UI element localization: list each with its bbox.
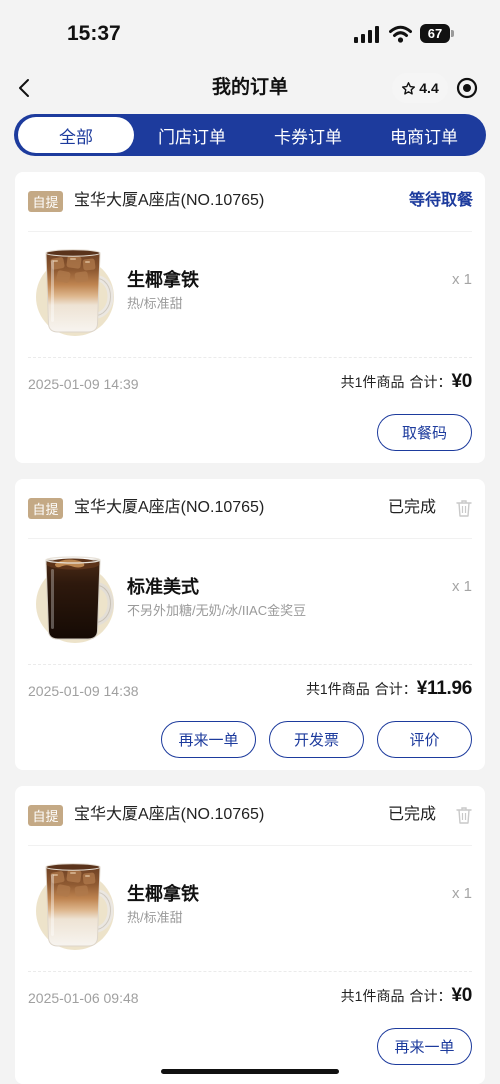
item-name: 生椰拿铁	[127, 270, 199, 290]
star-icon	[401, 81, 416, 96]
dashed-divider	[28, 357, 472, 358]
item-count: 共1件商品	[305, 681, 370, 697]
order-card[interactable]: 自提 宝华大厦A座店(NO.10765) 等待取餐 生椰拿铁 热/标准甜 x 1…	[15, 172, 485, 463]
order-card[interactable]: 自提 宝华大厦A座店(NO.10765) 已完成 生椰拿铁 热/标准甜 x 1 …	[15, 786, 485, 1084]
dashed-divider	[28, 971, 472, 972]
home-indicator[interactable]	[161, 1069, 339, 1074]
rating-button[interactable]: 4.4	[392, 73, 448, 103]
total-label: 合计：	[374, 681, 417, 697]
store-name: 宝华大厦A座店(NO.10765)	[74, 192, 265, 209]
coconut-latte-image	[33, 246, 117, 336]
order-tabs: 全部 门店订单 卡券订单 电商订单	[14, 114, 486, 156]
pickup-tag: 自提	[28, 191, 63, 212]
order-summary: 共1件商品 合计： ¥0	[340, 371, 473, 393]
total-amount: ¥11.96	[416, 678, 473, 699]
tab-ecommerce-orders[interactable]: 电商订单	[366, 117, 482, 153]
order-status: 等待取餐	[408, 192, 473, 209]
battery-icon: 67	[420, 24, 456, 43]
tab-all[interactable]: 全部	[18, 117, 134, 153]
item-options: 不另外加糖/无奶/冰/IIAC金奖豆	[127, 603, 307, 618]
trash-icon[interactable]	[456, 806, 472, 824]
divider	[28, 538, 472, 539]
total-label: 合计：	[409, 988, 452, 1004]
item-options: 热/标准甜	[127, 910, 183, 925]
back-arrow-icon	[13, 79, 37, 104]
back-button[interactable]	[13, 76, 37, 100]
target-icon[interactable]	[456, 77, 478, 99]
reorder-button[interactable]: 再来一单	[377, 1028, 472, 1065]
battery-level: 67	[427, 26, 443, 41]
battery-body: 67	[420, 24, 450, 43]
trash-icon[interactable]	[456, 499, 472, 517]
pickup-tag: 自提	[28, 498, 63, 519]
tab-voucher-orders[interactable]: 卡券订单	[250, 117, 366, 153]
total-amount: ¥0	[451, 985, 472, 1006]
dashed-divider	[28, 664, 472, 665]
divider	[28, 845, 472, 846]
order-summary: 共1件商品 合计： ¥0	[340, 985, 473, 1007]
review-button[interactable]: 评价	[377, 721, 472, 758]
divider	[28, 231, 472, 232]
item-count: 共1件商品	[340, 374, 405, 390]
order-time: 2025-01-09 14:39	[28, 376, 139, 392]
order-card[interactable]: 自提 宝华大厦A座店(NO.10765) 已完成 标准美式 不另外加糖/无奶/冰…	[15, 479, 485, 770]
order-status: 已完成	[387, 499, 436, 516]
page-title: 我的订单	[211, 77, 288, 98]
order-time: 2025-01-06 09:48	[28, 990, 139, 1006]
status-bar: 15:37 67	[0, 0, 500, 62]
item-quantity: x 1	[451, 271, 472, 288]
store-name: 宝华大厦A座店(NO.10765)	[74, 499, 265, 516]
item-options: 热/标准甜	[127, 296, 183, 311]
coconut-latte-image	[33, 860, 117, 950]
store-name: 宝华大厦A座店(NO.10765)	[74, 806, 265, 823]
tab-store-orders[interactable]: 门店订单	[134, 117, 250, 153]
order-summary: 共1件商品 合计： ¥11.96	[306, 678, 472, 700]
reorder-button[interactable]: 再来一单	[161, 721, 256, 758]
item-quantity: x 1	[451, 578, 472, 595]
americano-image	[33, 553, 117, 643]
status-time: 15:37	[67, 22, 121, 45]
invoice-button[interactable]: 开发票	[269, 721, 364, 758]
item-quantity: x 1	[451, 885, 472, 902]
total-label: 合计：	[409, 374, 452, 390]
signal-icon	[354, 26, 380, 43]
total-amount: ¥0	[451, 371, 472, 392]
order-status: 已完成	[387, 806, 436, 823]
rating-value: 4.4	[419, 80, 439, 96]
order-time: 2025-01-09 14:38	[28, 683, 139, 699]
item-name: 标准美式	[127, 577, 199, 597]
item-name: 生椰拿铁	[127, 884, 199, 904]
item-count: 共1件商品	[340, 988, 405, 1004]
wifi-icon	[389, 25, 412, 43]
battery-nub	[451, 30, 454, 37]
pickup-code-button[interactable]: 取餐码	[377, 414, 472, 451]
pickup-tag: 自提	[28, 805, 63, 826]
